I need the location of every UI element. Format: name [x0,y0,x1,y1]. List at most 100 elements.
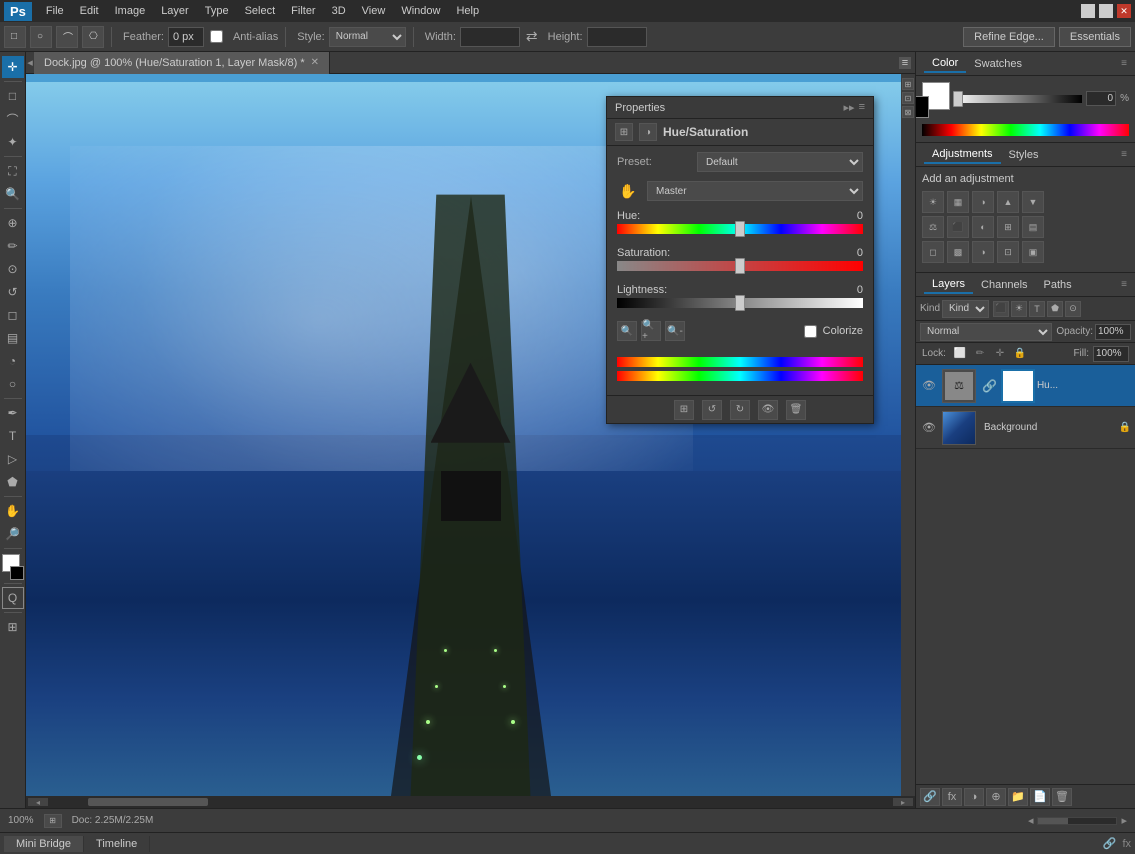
close-tab-icon[interactable]: ✕ [311,57,319,68]
tab-channels[interactable]: Channels [973,277,1035,293]
status-scrollbar[interactable] [1037,817,1117,825]
fit-on-screen-btn[interactable]: ⊞ [44,814,62,828]
prop-reset-btn[interactable]: ↻ [730,400,750,420]
tab-scroll-left[interactable]: ◂ [26,52,34,73]
new-group-btn[interactable]: 📁 [1008,788,1028,806]
hand-tool[interactable]: ✋ [2,500,24,522]
filter-text-icon[interactable]: T [1029,301,1045,317]
props-expand-icon[interactable]: ▸▸ [844,101,855,114]
ellipse-select-tool[interactable]: ○ [30,26,52,48]
filter-pixel-icon[interactable]: ⬛ [993,301,1009,317]
delete-layer-btn[interactable]: 🗑 [1052,788,1072,806]
dodge-tool[interactable]: ○ [2,373,24,395]
adj-posterize-icon[interactable]: ◑ [972,241,994,263]
canvas-viewport[interactable]: Properties ▸▸ ≡ ⊞ ◑ Hue/Saturation Prese… [26,74,915,796]
background-color[interactable] [10,566,24,580]
gradient-tool[interactable]: ▤ [2,327,24,349]
history-brush-tool[interactable]: ↺ [2,281,24,303]
status-scroll-thumb[interactable] [1038,818,1068,824]
path-select-tool[interactable]: ▷ [2,448,24,470]
adj-brightness-icon[interactable]: ☀ [922,191,944,213]
horizontal-scrollbar[interactable]: ◂ ▸ [26,796,915,808]
adj-exposure-icon[interactable]: ▲ [997,191,1019,213]
link-layers-btn[interactable]: 🔗 [920,788,940,806]
fx-btn[interactable]: fx [1122,838,1131,850]
lightness-slider[interactable] [617,298,863,308]
maximize-button[interactable]: □ [1099,4,1113,18]
essentials-button[interactable]: Essentials [1059,27,1131,47]
filter-smart-icon[interactable]: ⊙ [1065,301,1081,317]
canvas-side-btn1[interactable]: ⊞ [902,78,914,90]
new-layer-btn[interactable]: 📄 [1030,788,1050,806]
adj-invert-icon[interactable]: ▩ [947,241,969,263]
menu-select[interactable]: Select [237,3,284,19]
props-menu-icon[interactable]: ≡ [859,101,865,114]
poly-select-tool[interactable]: ⎔ [82,26,104,48]
adj-gradmap-icon[interactable]: ▣ [1022,241,1044,263]
text-tool[interactable]: T [2,425,24,447]
layer-mask-hue[interactable] [1001,369,1035,403]
eyedropper-tool[interactable]: 🔍 [2,183,24,205]
rect-marquee-tool[interactable]: □ [2,85,24,107]
link-to-bridge-btn[interactable]: 🔗 [1103,837,1117,850]
adj-vibrance-icon[interactable]: ▼ [1022,191,1044,213]
menu-type[interactable]: Type [197,3,237,19]
canvas-side-btn2[interactable]: ⊡ [902,92,914,104]
canvas-side-btn3[interactable]: ⊠ [902,106,914,118]
status-prev-btn[interactable]: ◂ [1028,814,1034,827]
eyedropper-sub-btn[interactable]: 🔍- [665,321,685,341]
tab-styles[interactable]: Styles [1001,147,1047,163]
prop-mask-icon[interactable]: ◑ [639,123,657,141]
prop-vis-btn[interactable]: 👁 [758,400,778,420]
adj-colorbalance-icon[interactable]: ⬛ [947,216,969,238]
hue-slider[interactable] [617,224,863,234]
prop-grid-icon[interactable]: ⊞ [615,123,633,141]
lasso-tool[interactable]: ⌒ [2,108,24,130]
mini-bridge-tab[interactable]: Mini Bridge [4,836,84,852]
layers-panel-collapse[interactable]: ≡ [1121,279,1127,290]
adj-channelmixer-icon[interactable]: ▤ [1022,216,1044,238]
lock-image-icon[interactable]: ✏ [972,346,988,362]
eyedropper-add-btn[interactable]: 🔍+ [641,321,661,341]
clone-stamp-tool[interactable]: ⊙ [2,258,24,280]
tab-adjustments[interactable]: Adjustments [924,146,1001,164]
scroll-left-btn[interactable]: ◂ [28,798,48,806]
menu-help[interactable]: Help [448,3,487,19]
healing-brush-tool[interactable]: ⊕ [2,212,24,234]
feather-input[interactable] [168,27,204,47]
menu-file[interactable]: File [38,3,72,19]
menu-window[interactable]: Window [393,3,448,19]
menu-layer[interactable]: Layer [153,3,197,19]
zoom-tool[interactable]: 🔎 [2,523,24,545]
lasso-select-tool[interactable]: ⌒ [56,26,78,48]
layer-kind-select[interactable]: Kind [942,300,989,318]
adj-curves-icon[interactable]: ◑ [972,191,994,213]
screen-mode[interactable]: ⊞ [2,616,24,638]
adj-colorlookup-icon[interactable]: ◻ [922,241,944,263]
channel-select[interactable]: Master Reds Yellows Greens Cyans Blues M… [647,181,863,201]
eraser-tool[interactable]: ◻ [2,304,24,326]
scroll-right-btn[interactable]: ▸ [893,798,913,806]
layer-row-bg[interactable]: 👁 Background 🔒 [916,407,1135,449]
k-channel-slider[interactable] [953,95,1082,103]
rect-select-tool[interactable]: □ [4,26,26,48]
lock-all-icon[interactable]: 🔒 [1012,346,1028,362]
style-select[interactable]: Normal Fixed Ratio Fixed Size [329,27,406,47]
prop-delete-btn[interactable]: 🗑 [786,400,806,420]
color-panel-collapse[interactable]: ≡ [1121,58,1127,69]
tab-color[interactable]: Color [924,55,966,73]
tab-paths[interactable]: Paths [1036,277,1080,293]
background-swatch[interactable] [916,96,929,118]
add-mask-btn[interactable]: ◑ [964,788,984,806]
blur-tool[interactable]: ◔ [2,350,24,372]
menu-view[interactable]: View [354,3,394,19]
anti-alias-checkbox[interactable] [210,30,223,43]
refine-edge-button[interactable]: Refine Edge... [963,27,1055,47]
new-adj-layer-btn[interactable]: ⊕ [986,788,1006,806]
prop-clip-btn[interactable]: ⊞ [674,400,694,420]
minimize-button[interactable]: ─ [1081,4,1095,18]
eyedropper-btn[interactable]: 🔍 [617,321,637,341]
h-scroll-thumb[interactable] [88,798,208,806]
adj-photofilter-icon[interactable]: ⊞ [997,216,1019,238]
layer-style-btn[interactable]: fx [942,788,962,806]
